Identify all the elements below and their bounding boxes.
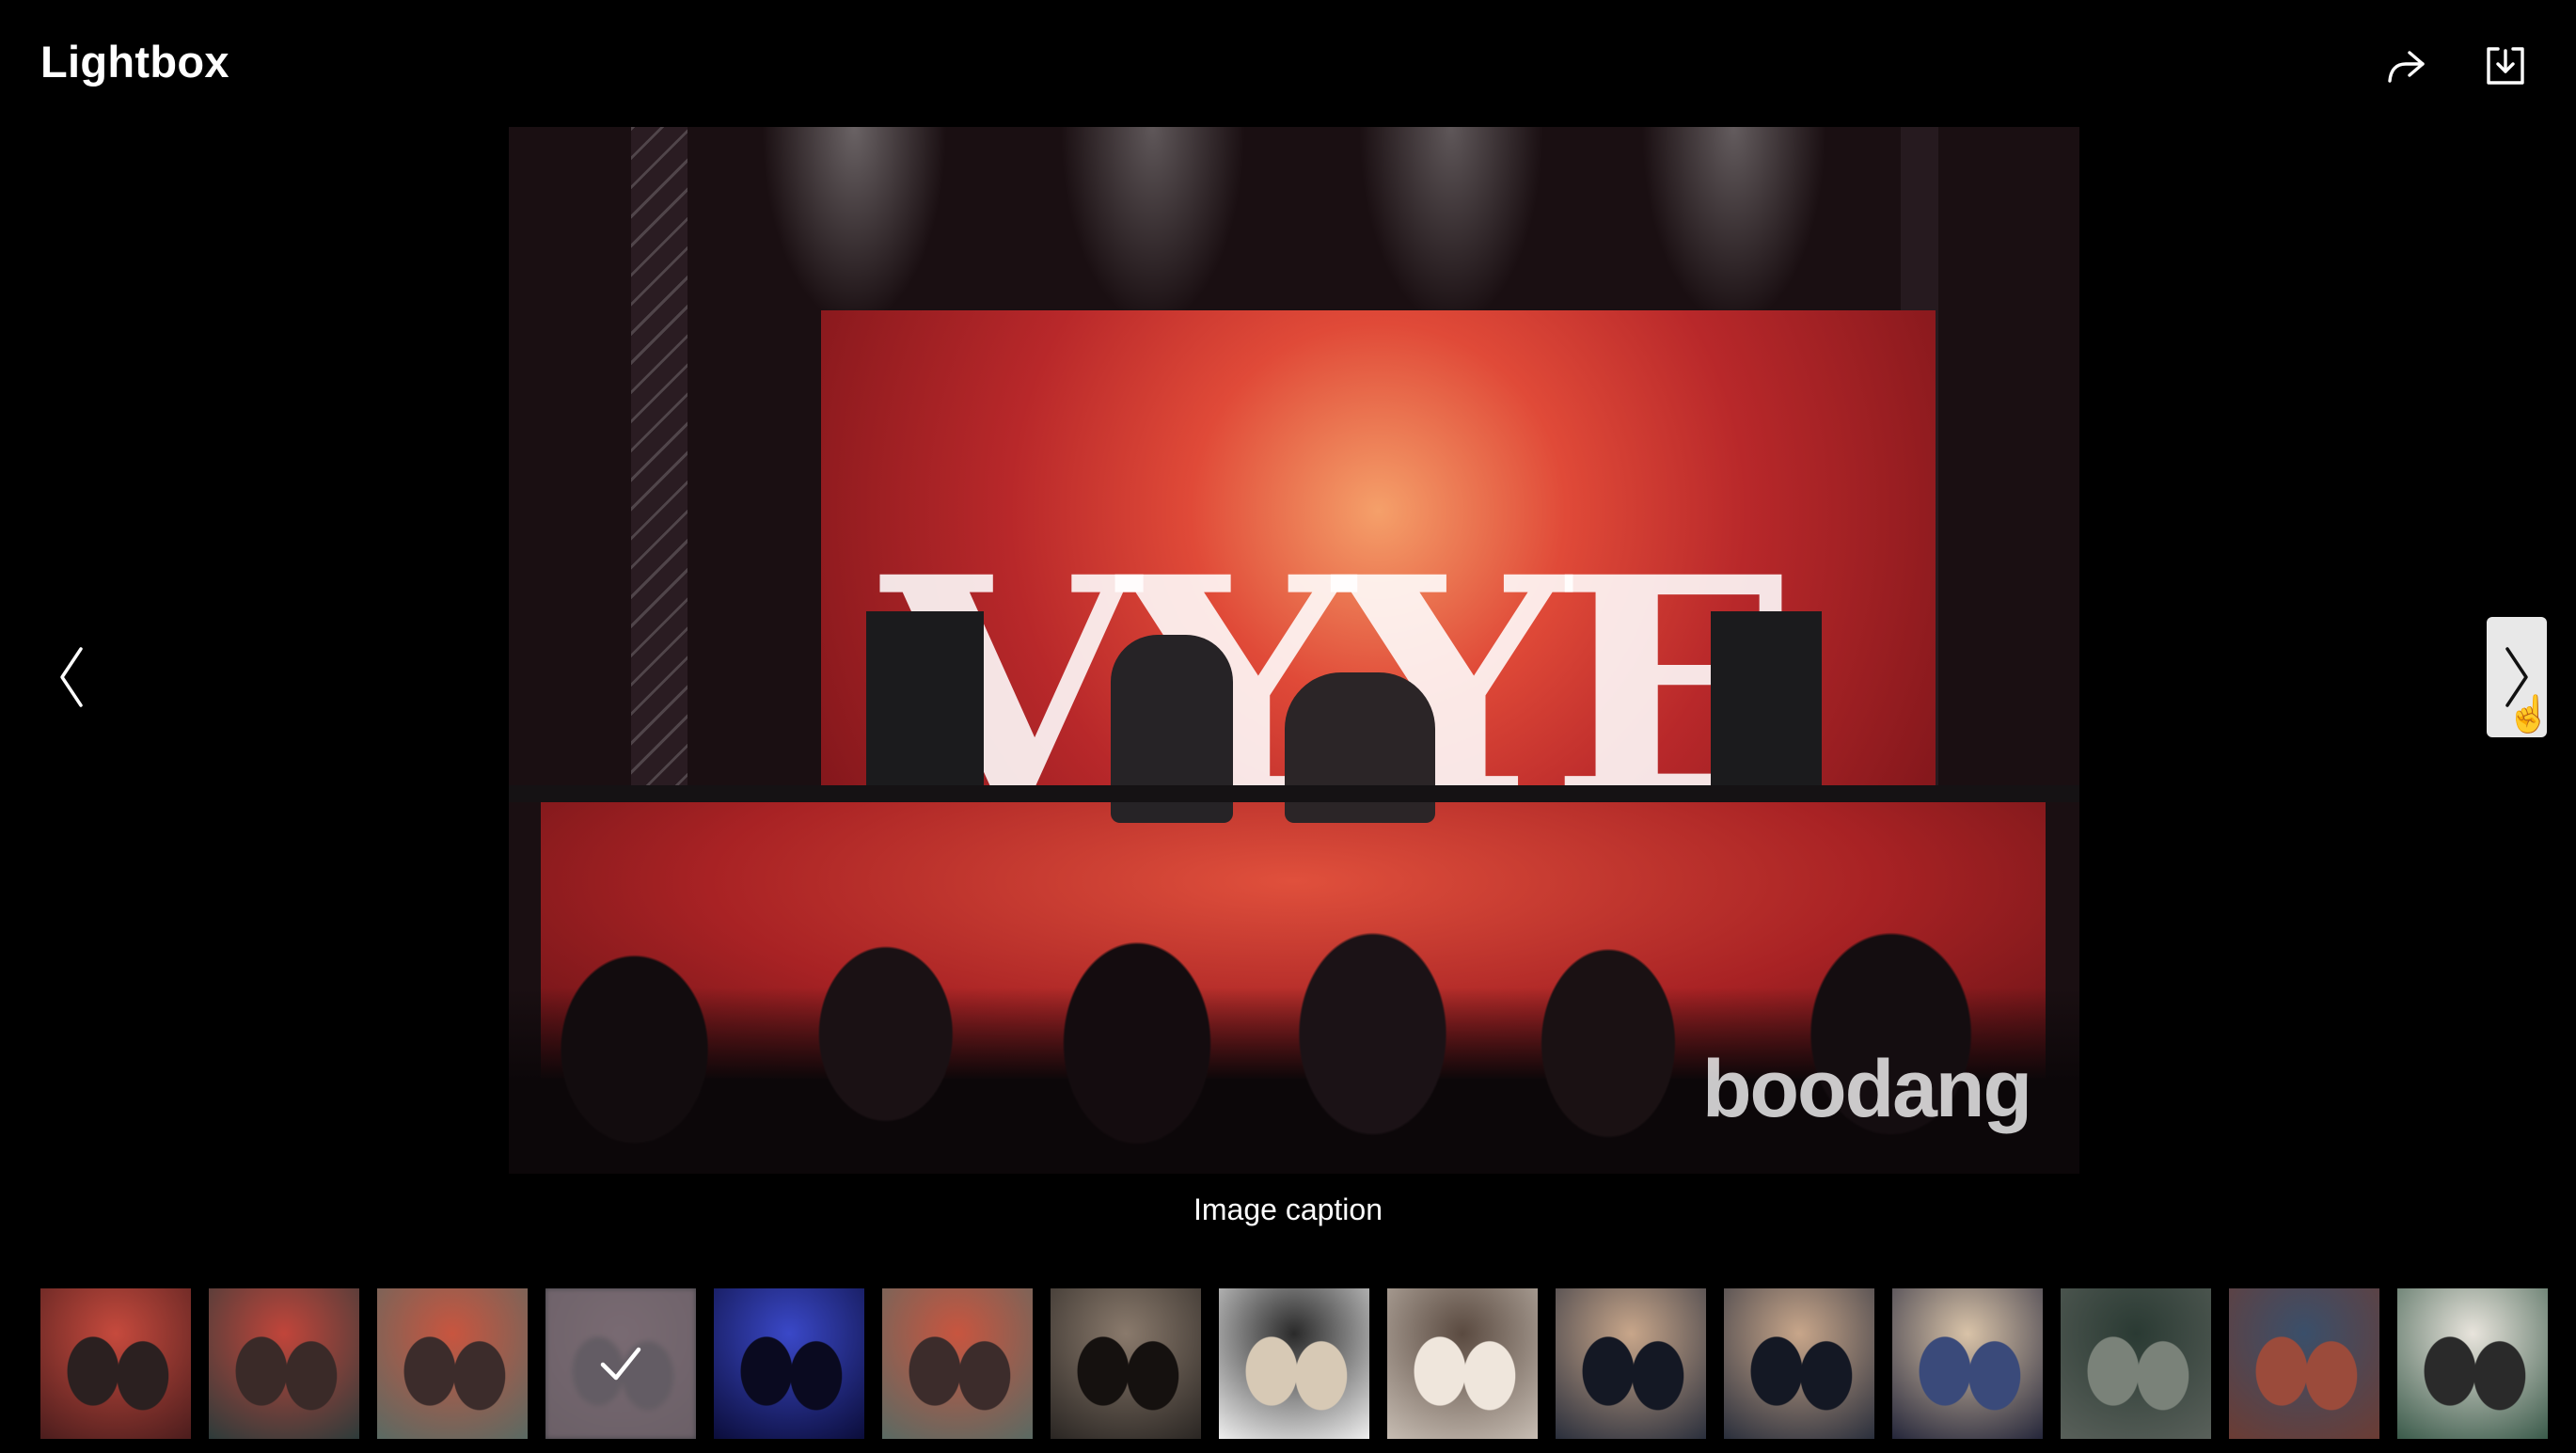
image-caption: Image caption xyxy=(1193,1192,1383,1226)
speaker-left xyxy=(866,611,984,799)
thumbnail[interactable] xyxy=(2061,1288,2211,1439)
thumbnail[interactable] xyxy=(1892,1288,2043,1439)
dj-booth xyxy=(509,785,2079,802)
chevron-right-icon xyxy=(2505,647,2528,707)
thumbnail-image xyxy=(1051,1288,1201,1439)
thumbnail[interactable] xyxy=(1387,1288,1538,1439)
thumbnail[interactable] xyxy=(714,1288,864,1439)
stage-truss-left xyxy=(631,127,687,785)
previous-button[interactable] xyxy=(43,630,100,724)
thumbnail-image xyxy=(377,1288,528,1439)
thumbnail[interactable] xyxy=(209,1288,359,1439)
selected-overlay xyxy=(545,1288,696,1439)
thumbnail[interactable] xyxy=(545,1288,696,1439)
download-button[interactable] xyxy=(2475,36,2536,96)
thumbnail[interactable] xyxy=(2229,1288,2379,1439)
download-icon xyxy=(2487,47,2524,85)
thumbnail-image xyxy=(1892,1288,2043,1439)
thumbnail-image xyxy=(2229,1288,2379,1439)
thumbnail-image xyxy=(714,1288,864,1439)
chevron-left-icon xyxy=(60,647,83,707)
thumbnail[interactable] xyxy=(1051,1288,1201,1439)
thumbnail[interactable] xyxy=(2397,1288,2548,1439)
thumbnail-image xyxy=(1219,1288,1369,1439)
thumbnail-image xyxy=(1387,1288,1538,1439)
main-image: VYYE boodang xyxy=(509,127,2079,1174)
image-watermark: boodang xyxy=(1701,1044,2032,1134)
thumbnail-image xyxy=(40,1288,191,1439)
speaker-right xyxy=(1711,611,1822,799)
thumbnail-image xyxy=(209,1288,359,1439)
thumbnail[interactable] xyxy=(377,1288,528,1439)
thumbnail[interactable] xyxy=(40,1288,191,1439)
thumbnail[interactable] xyxy=(1556,1288,1706,1439)
share-button[interactable] xyxy=(2376,36,2436,96)
thumbnail[interactable] xyxy=(882,1288,1033,1439)
thumbnail-image xyxy=(1556,1288,1706,1439)
thumbnail[interactable] xyxy=(1219,1288,1369,1439)
thumbnail-image xyxy=(2061,1288,2211,1439)
thumbnail-image xyxy=(882,1288,1033,1439)
thumbnail[interactable] xyxy=(1724,1288,1874,1439)
thumbnail-image xyxy=(1724,1288,1874,1439)
checkmark-icon xyxy=(600,1347,641,1381)
share-icon xyxy=(2388,51,2425,83)
thumbnail-image xyxy=(2397,1288,2548,1439)
next-button[interactable] xyxy=(2487,617,2547,737)
page-title: Lightbox xyxy=(40,37,229,87)
